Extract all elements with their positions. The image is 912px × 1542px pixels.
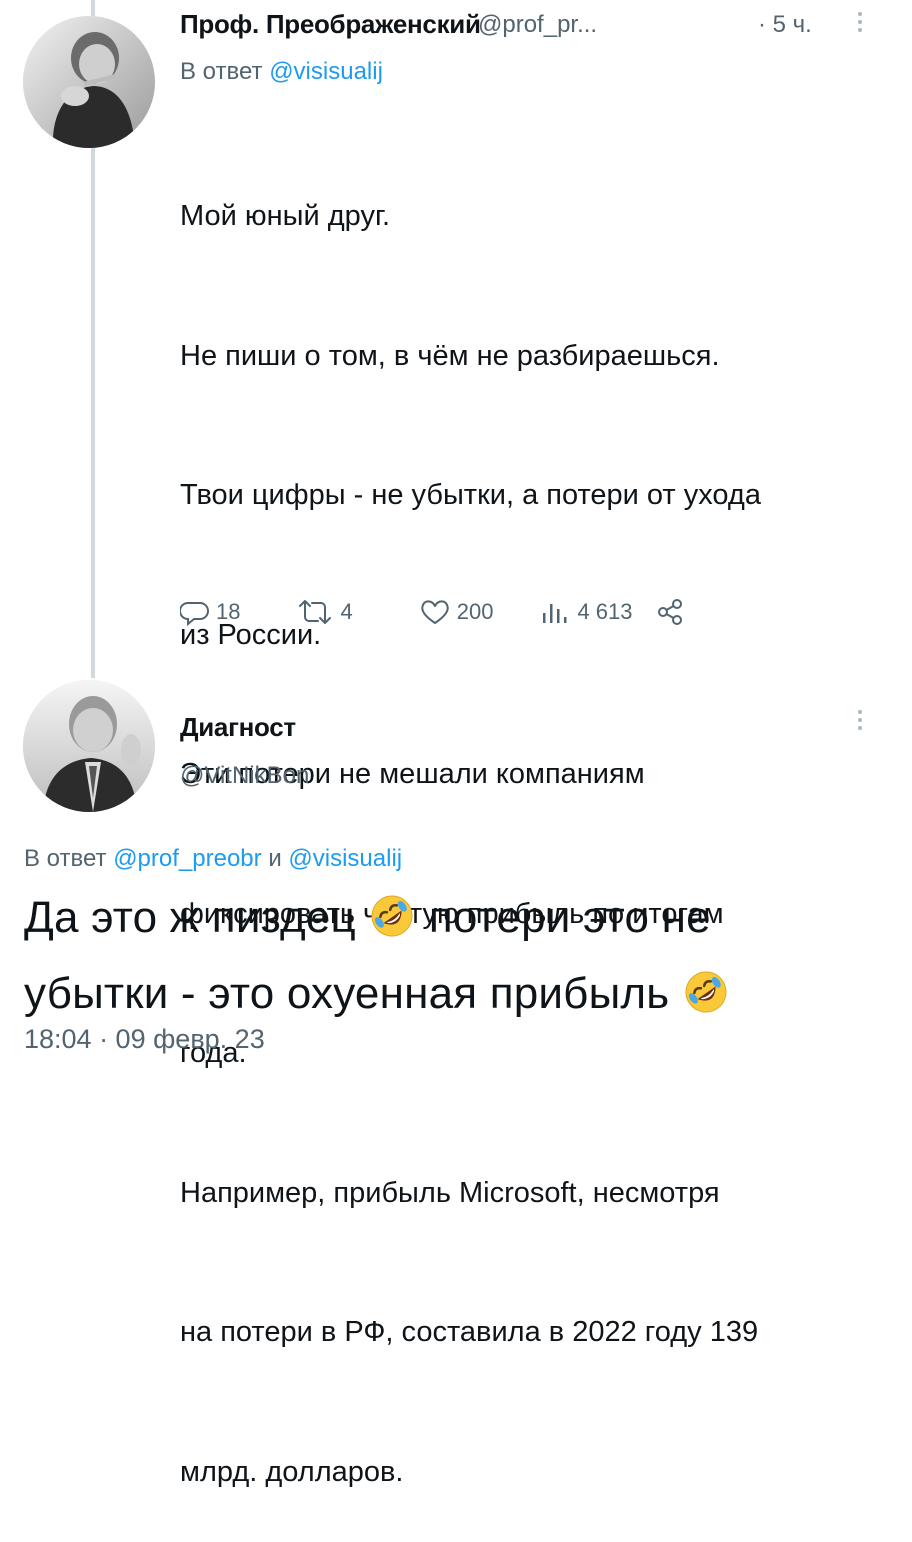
reply-context: В ответ @prof_preobr и @visisualij bbox=[24, 845, 402, 873]
author-handle[interactable]: @prof_pr... bbox=[478, 11, 597, 39]
reply-button[interactable]: 18 bbox=[180, 597, 240, 627]
avatar-photo-icon bbox=[23, 680, 155, 812]
retweet-icon bbox=[299, 600, 332, 624]
tweet-timestamp[interactable]: 18:04 · 09 февр. 23 bbox=[24, 1024, 265, 1055]
avatar-diagnost[interactable] bbox=[23, 680, 155, 812]
avatar-photo-icon bbox=[23, 16, 155, 148]
reply-joiner: и bbox=[268, 845, 282, 872]
views-count: 4 613 bbox=[577, 599, 633, 624]
reply-prefix: В ответ bbox=[180, 58, 263, 85]
tweet-actions: 18 4 200 4 613 bbox=[180, 591, 685, 633]
tweet-text: Да это ж пиздец bbox=[24, 893, 356, 942]
rolling-laughing-emoji-icon bbox=[682, 968, 730, 1036]
tweet-line: года. bbox=[180, 1037, 247, 1069]
views-button[interactable]: 4 613 bbox=[539, 597, 633, 627]
tweet-time[interactable]: · 5 ч. bbox=[758, 11, 812, 39]
rolling-laughing-emoji-icon bbox=[368, 892, 416, 960]
share-icon bbox=[657, 599, 682, 625]
like-count: 200 bbox=[456, 599, 494, 624]
tweet-body: Мой юный друг. Не пиши о том, в чём не р… bbox=[180, 100, 890, 1542]
tweet-line: млрд. долларов. bbox=[180, 1455, 404, 1488]
tweet-text: убытки - это охуенная прибыль bbox=[24, 969, 670, 1018]
share-button[interactable] bbox=[655, 597, 685, 627]
author-handle[interactable]: @VitNikBon bbox=[180, 762, 309, 790]
tweet-line: Не пиши о том, в чём не разбираешься. bbox=[180, 339, 720, 372]
views-icon bbox=[543, 604, 567, 623]
retweet-count: 4 bbox=[340, 599, 353, 624]
author-name[interactable]: Диагност bbox=[180, 712, 296, 743]
reply-count: 18 bbox=[216, 599, 241, 624]
tweet-line: Твои цифры - не убытки, а потери от уход… bbox=[180, 479, 761, 511]
retweet-button[interactable]: 4 bbox=[296, 597, 353, 627]
author-name[interactable]: Проф. Преображенский bbox=[180, 9, 481, 40]
avatar-prof[interactable] bbox=[23, 16, 155, 148]
reply-icon bbox=[180, 602, 209, 627]
tweet-line: Да это ж пиздец потери это не bbox=[24, 884, 904, 960]
more-icon[interactable] bbox=[858, 12, 864, 32]
like-icon bbox=[421, 600, 449, 624]
reply-context: В ответ @visisualij bbox=[180, 58, 383, 86]
like-button[interactable]: 200 bbox=[419, 597, 494, 627]
tweet-line: Мой юный друг. bbox=[180, 200, 391, 232]
tweet-text: потери это не bbox=[428, 893, 711, 942]
reply-handle-link[interactable]: @prof_preobr bbox=[113, 845, 261, 872]
tweet-line: на потери в РФ, составила в 2022 году 13… bbox=[180, 1316, 759, 1348]
tweet-line: Например, прибыль Microsoft, несмотря bbox=[180, 1176, 720, 1209]
reply-handle-link[interactable]: @visisualij bbox=[288, 845, 402, 872]
reply-handle-link[interactable]: @visisualij bbox=[269, 58, 383, 85]
more-icon[interactable] bbox=[858, 710, 864, 730]
reply-prefix: В ответ bbox=[24, 845, 107, 872]
tweet-body: Да это ж пиздец потери это не убытки - э… bbox=[24, 884, 904, 1036]
